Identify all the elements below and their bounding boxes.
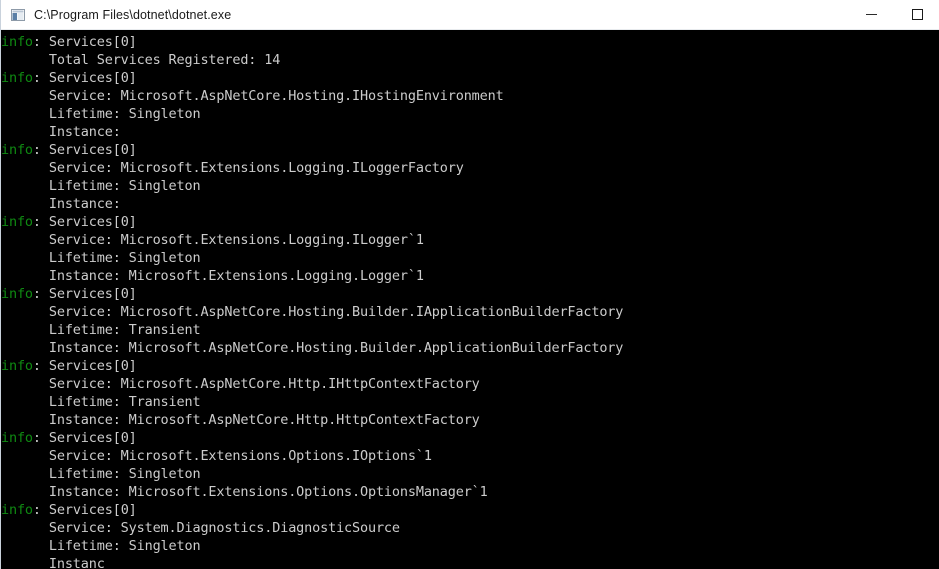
log-message-text: Instance: Microsoft.Extensions.Logging.L… xyxy=(1,268,424,284)
console-log-detail-line: Service: Microsoft.AspNetCore.Http.IHttp… xyxy=(1,375,939,393)
minimize-button[interactable] xyxy=(848,0,894,29)
log-message-text: Service: System.Diagnostics.DiagnosticSo… xyxy=(1,520,400,536)
log-category-label: Services[0] xyxy=(48,142,137,158)
console-log-header-line: info: Services[0] xyxy=(1,501,939,519)
console-log-detail-line: Lifetime: Singleton xyxy=(1,105,939,123)
console-log-detail-line: Instance: xyxy=(1,123,939,141)
console-log-detail-line: Service: Microsoft.AspNetCore.Hosting.IH… xyxy=(1,87,939,105)
log-message-text: Total Services Registered: 14 xyxy=(1,52,281,68)
log-message-text: Instance: xyxy=(1,196,129,212)
console-line-list: info: Services[0] Total Services Registe… xyxy=(1,33,939,569)
log-message-text: Instance: Microsoft.AspNetCore.Http.Http… xyxy=(1,412,480,428)
log-message-text: Lifetime: Transient xyxy=(1,322,201,338)
console-log-detail-line: Lifetime: Singleton xyxy=(1,537,939,555)
console-log-header-line: info: Services[0] xyxy=(1,33,939,51)
log-message-text: Lifetime: Singleton xyxy=(1,178,201,194)
console-log-detail-line: Lifetime: Singleton xyxy=(1,249,939,267)
window-titlebar[interactable]: C:\Program Files\dotnet\dotnet.exe xyxy=(1,0,939,30)
log-level-label: info xyxy=(1,214,33,230)
console-log-detail-line: Total Services Registered: 14 xyxy=(1,51,939,69)
console-log-detail-line: Instance: Microsoft.Extensions.Logging.L… xyxy=(1,267,939,285)
log-level-separator: : xyxy=(32,70,49,86)
log-message-text: Service: Microsoft.Extensions.Logging.IL… xyxy=(1,160,464,176)
log-message-text: Instance: xyxy=(1,124,129,140)
console-log-header-line: info: Services[0] xyxy=(1,69,939,87)
log-message-text: Service: Microsoft.Extensions.Logging.IL… xyxy=(1,232,424,248)
log-message-text: Service: Microsoft.Extensions.Options.IO… xyxy=(1,448,432,464)
console-log-header-line: info: Services[0] xyxy=(1,285,939,303)
log-message-text: Instance: Microsoft.AspNetCore.Hosting.B… xyxy=(1,340,624,356)
console-log-detail-line: Service: Microsoft.Extensions.Logging.IL… xyxy=(1,159,939,177)
console-log-header-line: info: Services[0] xyxy=(1,141,939,159)
console-log-detail-line: Service: Microsoft.Extensions.Options.IO… xyxy=(1,447,939,465)
console-log-detail-line: Instance: Microsoft.Extensions.Options.O… xyxy=(1,483,939,501)
log-level-label: info xyxy=(1,70,33,86)
console-log-detail-line: Instance: Microsoft.AspNetCore.Http.Http… xyxy=(1,411,939,429)
log-level-separator: : xyxy=(32,34,49,50)
console-log-detail-line: Service: System.Diagnostics.DiagnosticSo… xyxy=(1,519,939,537)
console-log-detail-line: Service: Microsoft.AspNetCore.Hosting.Bu… xyxy=(1,303,939,321)
maximize-icon xyxy=(911,9,923,20)
log-level-separator: : xyxy=(32,430,49,446)
log-level-label: info xyxy=(1,34,33,50)
log-level-label: info xyxy=(1,142,33,158)
log-message-text: Lifetime: Singleton xyxy=(1,106,201,122)
log-category-label: Services[0] xyxy=(48,70,137,86)
log-category-label: Services[0] xyxy=(48,34,137,50)
log-message-text: Lifetime: Singleton xyxy=(1,466,201,482)
console-log-detail-line: Instance: Microsoft.AspNetCore.Hosting.B… xyxy=(1,339,939,357)
minimize-icon xyxy=(865,14,877,15)
log-message-text: Lifetime: Transient xyxy=(1,394,201,410)
console-log-detail-line: Instance: xyxy=(1,195,939,213)
log-message-text: Lifetime: Singleton xyxy=(1,538,201,554)
log-level-separator: : xyxy=(32,214,49,230)
window-title: C:\Program Files\dotnet\dotnet.exe xyxy=(34,7,232,22)
log-message-text: Lifetime: Singleton xyxy=(1,250,201,266)
console-log-detail-line: Lifetime: Transient xyxy=(1,321,939,339)
log-message-text: Service: Microsoft.AspNetCore.Hosting.Bu… xyxy=(1,304,624,320)
console-log-header-line: info: Services[0] xyxy=(1,429,939,447)
console-log-detail-line: Instanc xyxy=(1,555,939,569)
log-category-label: Services[0] xyxy=(48,502,137,518)
log-category-label: Services[0] xyxy=(48,358,137,374)
log-message-text: Instanc xyxy=(1,556,105,569)
console-window: C:\Program Files\dotnet\dotnet.exe info:… xyxy=(0,0,939,569)
console-log-header-line: info: Services[0] xyxy=(1,213,939,231)
log-level-label: info xyxy=(1,286,33,302)
console-window-icon xyxy=(10,7,26,23)
console-output-area[interactable]: info: Services[0] Total Services Registe… xyxy=(1,30,939,569)
console-log-detail-line: Lifetime: Transient xyxy=(1,393,939,411)
log-message-text: Service: Microsoft.AspNetCore.Hosting.IH… xyxy=(1,88,504,104)
console-log-header-line: info: Services[0] xyxy=(1,357,939,375)
log-level-separator: : xyxy=(32,286,49,302)
console-log-detail-line: Service: Microsoft.Extensions.Logging.IL… xyxy=(1,231,939,249)
log-level-label: info xyxy=(1,358,33,374)
maximize-button[interactable] xyxy=(894,0,939,29)
log-level-separator: : xyxy=(32,142,49,158)
log-level-label: info xyxy=(1,430,33,446)
log-message-text: Service: Microsoft.AspNetCore.Http.IHttp… xyxy=(1,376,480,392)
log-category-label: Services[0] xyxy=(48,430,137,446)
log-message-text: Instance: Microsoft.Extensions.Options.O… xyxy=(1,484,488,500)
log-level-label: info xyxy=(1,502,33,518)
log-level-separator: : xyxy=(32,358,49,374)
console-log-detail-line: Lifetime: Singleton xyxy=(1,465,939,483)
log-category-label: Services[0] xyxy=(48,214,137,230)
log-category-label: Services[0] xyxy=(48,286,137,302)
console-log-detail-line: Lifetime: Singleton xyxy=(1,177,939,195)
log-level-separator: : xyxy=(32,502,49,518)
